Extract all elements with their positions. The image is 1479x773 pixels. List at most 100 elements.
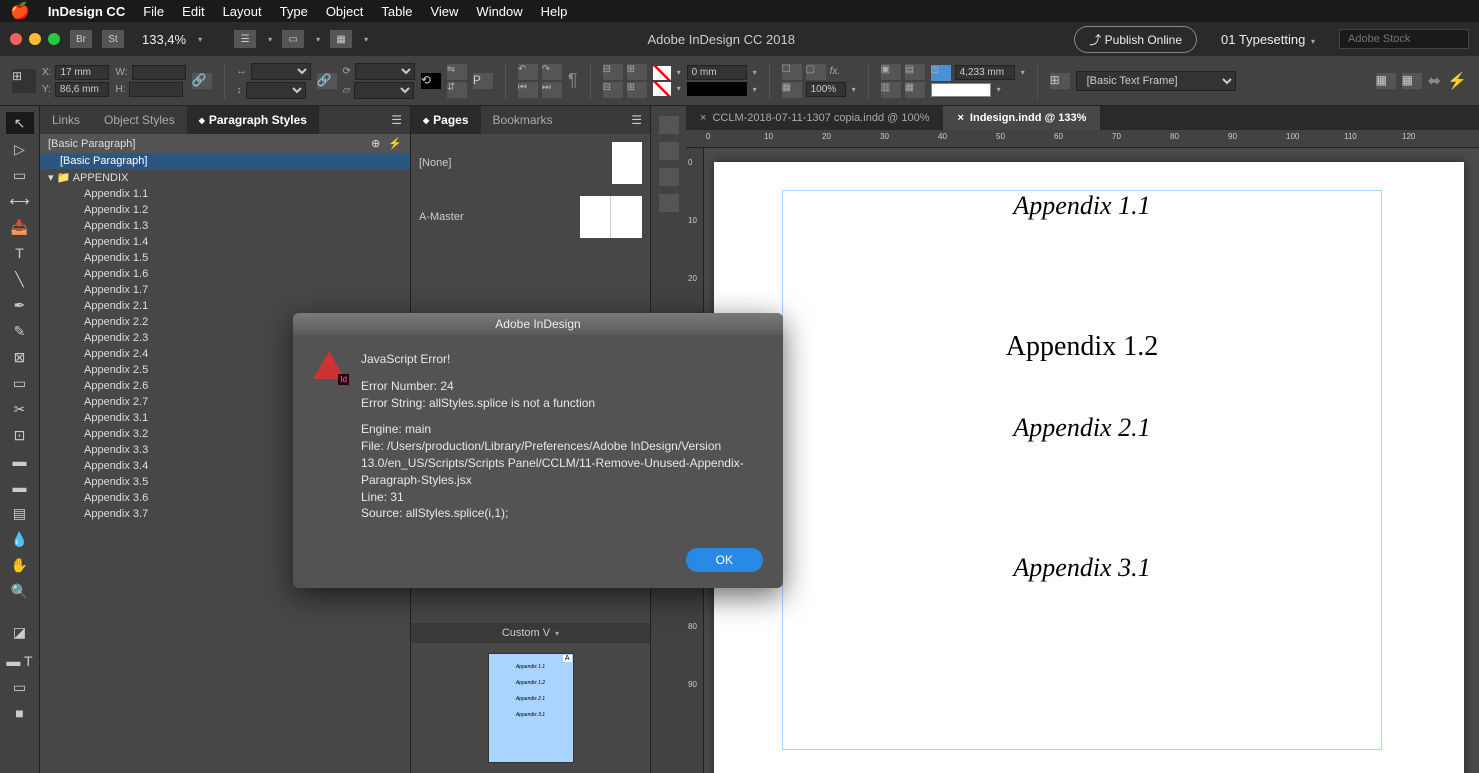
menu-view[interactable]: View <box>430 4 458 19</box>
none-master-label[interactable]: [None] <box>419 157 499 169</box>
flip-v-icon[interactable]: ⇵ <box>447 82 467 98</box>
document-text[interactable]: Appendix 3.1 <box>783 553 1381 583</box>
pen-tool[interactable]: ✒ <box>6 294 34 316</box>
new-style-icon[interactable]: ⊕ <box>371 137 380 150</box>
select-next-icon[interactable]: ⏭ <box>542 82 562 98</box>
app-name[interactable]: InDesign CC <box>48 4 125 19</box>
gradient-tool[interactable]: ▬ <box>6 450 34 472</box>
x-input[interactable] <box>55 65 109 80</box>
pages-menu-icon[interactable]: ☰ <box>623 113 650 127</box>
menu-help[interactable]: Help <box>541 4 568 19</box>
rotate-input[interactable] <box>355 63 415 80</box>
opacity-input[interactable] <box>806 82 846 97</box>
paragraph-style-item[interactable]: ▾ 📁 APPENDIX <box>40 169 410 186</box>
paragraph-style-item[interactable]: Appendix 1.5 <box>40 250 410 266</box>
align-icon2[interactable]: ⊞ <box>627 64 647 80</box>
document-text[interactable]: Appendix 1.2 <box>783 331 1381 363</box>
align-icon4[interactable]: ⊞ <box>627 82 647 98</box>
a-master-label[interactable]: A-Master <box>419 211 499 223</box>
pencil-tool[interactable]: ✎ <box>6 320 34 342</box>
tab-paragraph-styles[interactable]: Paragraph Styles <box>187 106 319 134</box>
apple-icon[interactable]: 🍎 <box>10 1 30 21</box>
line-tool[interactable]: ╲ <box>6 268 34 290</box>
stroke-weight-input[interactable] <box>687 65 747 80</box>
stroke-swatch[interactable] <box>653 82 671 96</box>
paragraph-style-item[interactable]: Appendix 1.2 <box>40 202 410 218</box>
direct-selection-tool[interactable]: ▷ <box>6 138 34 160</box>
document-text[interactable]: Appendix 2.1 <box>783 413 1381 443</box>
shear-input[interactable] <box>354 82 414 99</box>
zoom-level[interactable]: 133,4% <box>142 32 186 47</box>
doc-tab-1[interactable]: ×CCLM-2018-07-11-1307 copia.indd @ 100% <box>686 106 943 130</box>
stroke-style[interactable] <box>687 82 747 96</box>
redo-icon[interactable]: ↷ <box>542 64 562 80</box>
reference-point-icon[interactable]: ⊞ <box>12 69 36 93</box>
doc-tab-2[interactable]: ×Indesign.indd @ 133% <box>943 106 1100 130</box>
constrain-scale-icon[interactable]: 🔗 <box>317 73 337 89</box>
tab-object-styles[interactable]: Object Styles <box>92 106 187 134</box>
a-master-thumb[interactable] <box>580 196 642 238</box>
rectangle-tool[interactable]: ▭ <box>6 372 34 394</box>
menu-layout[interactable]: Layout <box>223 4 262 19</box>
paragraph-style-item[interactable]: Appendix 1.4 <box>40 234 410 250</box>
type-tool[interactable]: T <box>6 242 34 264</box>
rotate-90-icon[interactable]: ⟲ <box>421 73 441 89</box>
chevron-down-icon[interactable]: ▾ <box>198 35 202 44</box>
paragraph-style-item[interactable]: Appendix 2.1 <box>40 298 410 314</box>
scissors-tool[interactable]: ✂ <box>6 398 34 420</box>
effects-icon[interactable]: ☐ <box>782 64 802 80</box>
document-text[interactable]: Appendix 1.1 <box>783 191 1381 221</box>
corner-icon[interactable]: ▢ <box>806 64 826 80</box>
page[interactable]: Appendix 1.1 Appendix 1.2 Appendix 2.1 Appe… <box>714 162 1464 773</box>
grid1-icon[interactable]: ▦ <box>1376 73 1396 89</box>
scale-x-input[interactable] <box>251 63 311 80</box>
maximize-window-button[interactable] <box>48 33 60 45</box>
page-size-dropdown[interactable]: Custom V ▾ <box>411 623 650 643</box>
text-frame[interactable]: Appendix 1.1 Appendix 1.2 Appendix 2.1 Appe… <box>782 190 1382 750</box>
tab-bookmarks[interactable]: Bookmarks <box>481 106 565 134</box>
paragraph-style-item[interactable]: Appendix 1.1 <box>40 186 410 202</box>
fill-swatch[interactable] <box>653 66 671 80</box>
fill-stroke-swatch[interactable]: ◪ <box>6 618 34 646</box>
dock-swatches-icon[interactable] <box>659 142 679 160</box>
rectangle-frame-tool[interactable]: ⊠ <box>6 346 34 368</box>
page-1-thumb[interactable]: A Appendix 1.1 Appendix 1.2 Appendix 2.1… <box>488 653 574 763</box>
bridge-icon[interactable]: Br <box>70 30 92 48</box>
menu-edit[interactable]: Edit <box>182 4 204 19</box>
horizontal-ruler[interactable]: 0102030405060708090100110120 <box>686 130 1479 148</box>
page-tool[interactable]: ▭ <box>6 164 34 186</box>
dock-stroke-icon[interactable] <box>659 168 679 186</box>
view-options-icon[interactable]: ☰ <box>234 30 256 48</box>
arrange-icon[interactable]: ▦ <box>330 30 352 48</box>
wrap1-icon[interactable]: ▣ <box>881 64 901 80</box>
corner-shape[interactable] <box>931 83 991 97</box>
paragraph-style-item[interactable]: [Basic Paragraph] <box>40 153 410 169</box>
grid2-icon[interactable]: ▦ <box>1402 73 1422 89</box>
quick-apply-icon[interactable]: ⬌ <box>1428 71 1441 91</box>
h-input[interactable] <box>129 82 183 97</box>
content-collector-tool[interactable]: 📥 <box>6 216 34 238</box>
corner-size-input[interactable] <box>955 65 1015 80</box>
screen-mode-normal[interactable]: ▭ <box>6 676 34 698</box>
align-icon[interactable]: ⊟ <box>603 64 623 80</box>
paragraph-style-item[interactable]: Appendix 1.7 <box>40 282 410 298</box>
undo-icon[interactable]: ↶ <box>518 64 538 80</box>
hand-tool[interactable]: ✋ <box>6 554 34 576</box>
apply-color-icon[interactable]: ▬ T <box>6 650 34 672</box>
none-master-thumb[interactable] <box>612 142 642 184</box>
wrap4-icon[interactable]: ▦ <box>905 82 925 98</box>
menu-file[interactable]: File <box>143 4 164 19</box>
ok-button[interactable]: OK <box>686 548 763 572</box>
gradient-feather-tool[interactable]: ▬ <box>6 476 34 498</box>
menu-table[interactable]: Table <box>381 4 412 19</box>
wrap3-icon[interactable]: ▥ <box>881 82 901 98</box>
publish-online-button[interactable]: ⤴ Publish Online <box>1074 26 1197 53</box>
stock-icon[interactable]: St <box>102 30 124 48</box>
w-input[interactable] <box>132 65 186 80</box>
adobe-stock-search[interactable] <box>1339 29 1469 49</box>
paragraph-style-item[interactable]: Appendix 1.6 <box>40 266 410 282</box>
corner-options-icon[interactable]: ⊡ <box>931 65 951 81</box>
dock-color-icon[interactable] <box>659 194 679 212</box>
close-icon[interactable]: × <box>700 112 706 124</box>
workspace-dropdown[interactable]: 01 Typesetting ▾ <box>1221 32 1315 47</box>
